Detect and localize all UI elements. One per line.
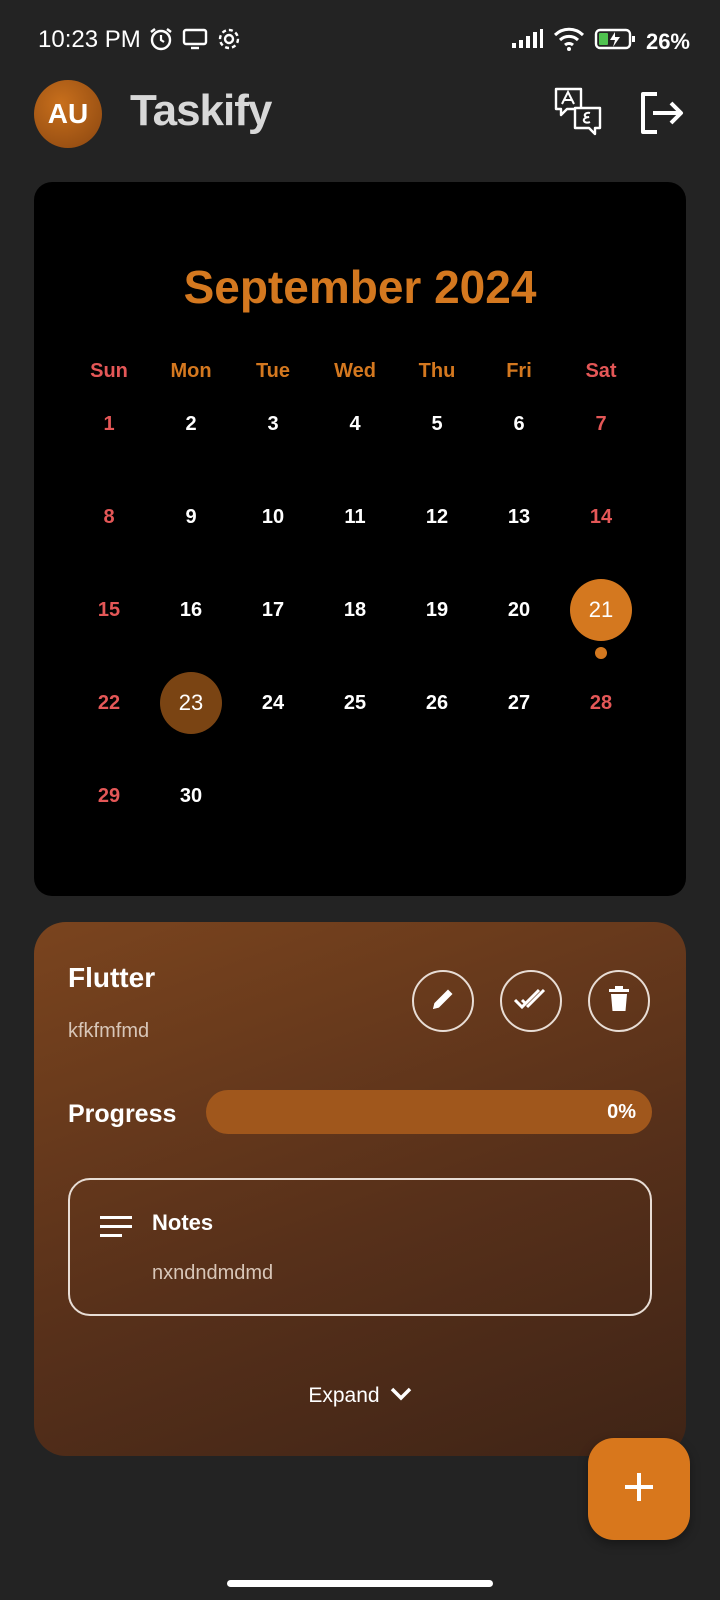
- pencil-icon: [429, 985, 457, 1018]
- event-dot-indicator: [595, 647, 607, 659]
- avatar[interactable]: AU: [34, 80, 102, 148]
- add-task-button[interactable]: [588, 1438, 690, 1540]
- logout-icon: [637, 92, 685, 140]
- calendar: September 2024 Sun Mon Tue Wed Thu Fri Sat 1 2 3 4…: [34, 182, 686, 896]
- gesture-navigation-bar[interactable]: [227, 1580, 493, 1587]
- chevron-down-icon: [390, 1387, 412, 1406]
- status-bar: 10:23 PM 26%: [0, 0, 720, 80]
- notes-text: nxndndmdmd: [152, 1262, 274, 1284]
- calendar-day-6[interactable]: 6: [488, 393, 550, 455]
- notes-lines-icon: [100, 1214, 132, 1240]
- calendar-day-4[interactable]: 4: [324, 393, 386, 455]
- calendar-day-28[interactable]: 28: [570, 672, 632, 734]
- weekday-thu: Thu: [418, 360, 456, 382]
- task-description: kfkfmfmd: [68, 1020, 150, 1042]
- weekday-sat: Sat: [585, 360, 617, 382]
- calendar-day-26[interactable]: 26: [406, 672, 468, 734]
- calendar-day-16[interactable]: 16: [160, 579, 222, 641]
- weekday-fri: Fri: [506, 360, 532, 382]
- notes-title: Notes: [152, 1210, 214, 1235]
- calendar-day-1[interactable]: 1: [78, 393, 140, 455]
- status-time: 10:23 PM: [38, 26, 141, 53]
- calendar-day-27[interactable]: 27: [488, 672, 550, 734]
- plus-icon: [624, 1472, 654, 1507]
- signal-icon: [510, 28, 544, 55]
- weekday-sun: Sun: [90, 360, 128, 382]
- edit-task-button[interactable]: [412, 970, 474, 1032]
- weekday-tue: Tue: [255, 360, 291, 382]
- double-check-icon: [513, 987, 549, 1016]
- task-title: Flutter: [68, 962, 156, 993]
- calendar-day-24[interactable]: 24: [242, 672, 304, 734]
- notes-section: Notes nxndndmdmd: [68, 1178, 652, 1316]
- settings-gear-icon: [216, 26, 242, 57]
- wifi-icon: [552, 26, 586, 57]
- calendar-day-20[interactable]: 20: [488, 579, 550, 641]
- calendar-day-17[interactable]: 17: [242, 579, 304, 641]
- calendar-day-8[interactable]: 8: [78, 486, 140, 548]
- calendar-day-21[interactable]: 21: [570, 579, 632, 641]
- calendar-day-29[interactable]: 29: [78, 765, 140, 827]
- calendar-day-14[interactable]: 14: [570, 486, 632, 548]
- progress-value: 0%: [607, 1101, 636, 1123]
- calendar-day-30[interactable]: 30: [160, 765, 222, 827]
- screen-cast-icon: [182, 27, 208, 56]
- calendar-day-12[interactable]: 12: [406, 486, 468, 548]
- weekday-mon: Mon: [170, 360, 212, 382]
- translate-icon: [553, 87, 603, 142]
- calendar-day-15[interactable]: 15: [78, 579, 140, 641]
- calendar-day-5[interactable]: 5: [406, 393, 468, 455]
- complete-task-button[interactable]: [500, 970, 562, 1032]
- calendar-day-11[interactable]: 11: [324, 486, 386, 548]
- alarm-icon: [148, 26, 174, 57]
- calendar-month-title: September 2024: [183, 261, 537, 313]
- battery-percentage: 26%: [645, 28, 690, 54]
- translate-button[interactable]: [553, 86, 603, 138]
- avatar-initials: AU: [47, 98, 89, 129]
- expand-label: Expand: [308, 1384, 380, 1407]
- calendar-day-10[interactable]: 10: [242, 486, 304, 548]
- task-card[interactable]: Flutter kfkfmfmd Progress 0% Notes nxndn…: [34, 922, 686, 1456]
- progress-label: Progress: [68, 1100, 177, 1128]
- calendar-day-23[interactable]: 23: [160, 672, 222, 734]
- logout-button[interactable]: [637, 90, 685, 136]
- calendar-day-3[interactable]: 3: [242, 393, 304, 455]
- battery-charging-icon: [594, 27, 638, 56]
- calendar-day-18[interactable]: 18: [324, 579, 386, 641]
- progress-bar: 0%: [206, 1090, 652, 1134]
- calendar-day-2[interactable]: 2: [160, 393, 222, 455]
- calendar-day-19[interactable]: 19: [406, 579, 468, 641]
- calendar-day-9[interactable]: 9: [160, 486, 222, 548]
- calendar-day-13[interactable]: 13: [488, 486, 550, 548]
- calendar-day-22[interactable]: 22: [78, 672, 140, 734]
- delete-task-button[interactable]: [588, 970, 650, 1032]
- calendar-day-25[interactable]: 25: [324, 672, 386, 734]
- expand-button[interactable]: Expand: [34, 1384, 686, 1408]
- trash-icon: [607, 985, 631, 1018]
- calendar-day-7[interactable]: 7: [570, 393, 632, 455]
- app-title: Taskify: [130, 86, 272, 135]
- weekday-wed: Wed: [334, 360, 376, 382]
